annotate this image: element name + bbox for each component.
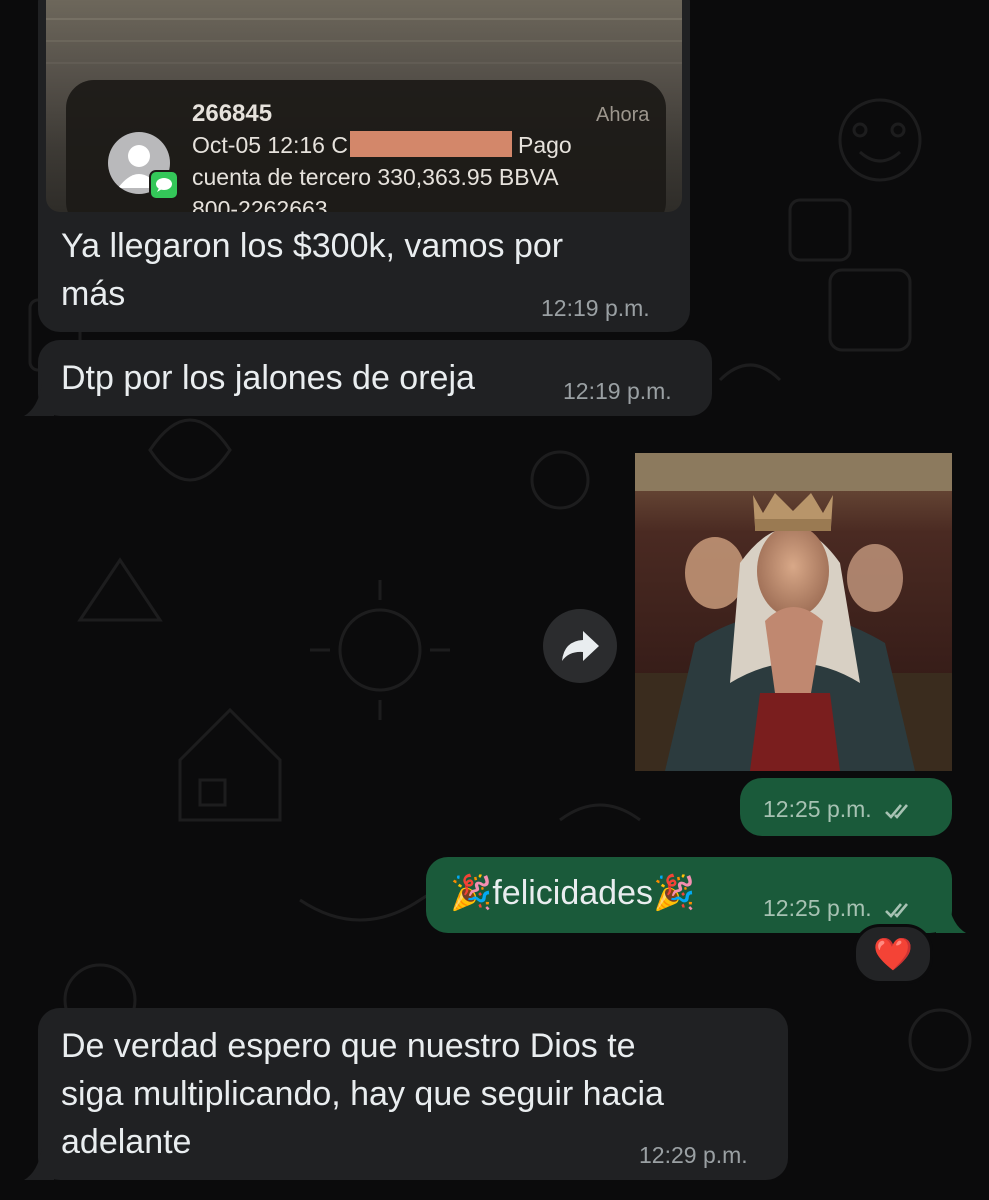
message-text-line: De verdad espero que nuestro Dios te [61, 1027, 636, 1065]
message-text-line: Ya llegaron los $300k, vamos por [61, 227, 564, 265]
notification-screenshot-image[interactable]: 266845 Ahora Oct-05 12:16 C Pago cuenta … [46, 0, 682, 212]
notification-line-1-suffix: Pago [518, 132, 572, 158]
bubble-tail [936, 901, 966, 933]
bubble-tail [24, 384, 54, 416]
message-text-line: más [61, 275, 126, 313]
message-timestamp-text: 12:25 p.m. [763, 895, 872, 921]
redaction-box [350, 131, 512, 157]
notification-line-3: 800-2262663 [192, 196, 328, 212]
message-text-line: Dtp por los jalones de oreja [61, 359, 475, 397]
sms-notification-card: 266845 Ahora Oct-05 12:16 C Pago cuenta … [66, 80, 666, 212]
message-timestamp: 12:19 p.m. [541, 295, 650, 321]
notification-time: Ahora [596, 104, 650, 126]
bubble-tail [24, 1148, 54, 1180]
heart-reaction[interactable]: ❤️ [853, 924, 933, 984]
heart-reaction-emoji: ❤️ [873, 936, 913, 972]
forward-button[interactable] [543, 609, 617, 683]
message-timestamp-text: 12:25 p.m. [763, 796, 872, 822]
notification-line-1-prefix: Oct-05 12:16 C [192, 132, 348, 158]
forward-arrow-icon [562, 631, 599, 661]
double-check-icon [885, 804, 909, 819]
message-timestamp: 12:29 p.m. [639, 1142, 748, 1168]
double-check-icon [885, 903, 909, 918]
message-timestamp: 12:19 p.m. [563, 378, 672, 404]
notification-line-2: cuenta de tercero 330,363.95 BBVA [192, 164, 559, 190]
message-text-line: siga multiplicando, hay que seguir hacia [61, 1075, 664, 1113]
gif-attachment-image[interactable] [635, 453, 952, 771]
notification-sender: 266845 [192, 100, 273, 127]
message-timestamp: 12:25 p.m. [763, 796, 914, 823]
message-text-line: 🎉felicidades🎉 [450, 874, 696, 912]
message-timestamp: 12:25 p.m. [763, 895, 914, 922]
message-text-line: adelante [61, 1123, 192, 1161]
message-bubble-icon [149, 170, 179, 200]
